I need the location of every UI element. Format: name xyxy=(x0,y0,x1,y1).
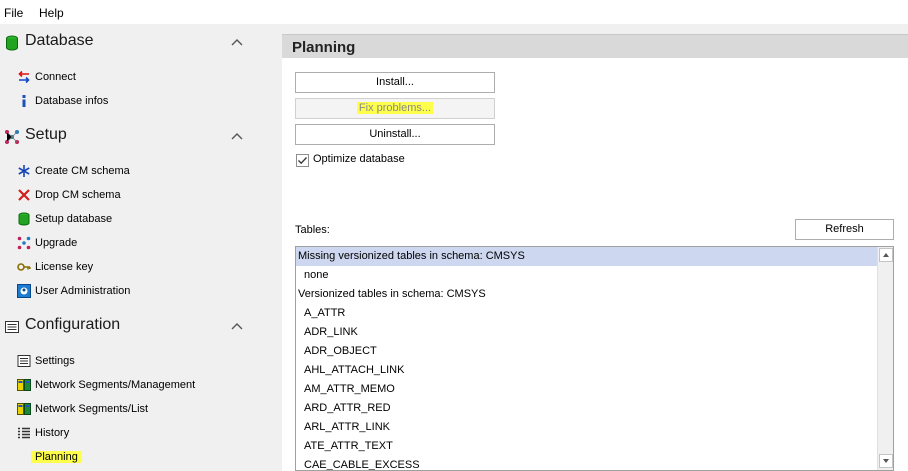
optimize-database-label: Optimize database xyxy=(313,153,405,165)
sidebar-item-create-cm-schema[interactable]: Create CM schema xyxy=(0,161,268,181)
network-segments-icon xyxy=(17,403,31,415)
menu-help[interactable]: Help xyxy=(39,6,64,20)
splitter[interactable] xyxy=(274,34,280,471)
install-button-label: Install... xyxy=(376,76,414,88)
settings-list-icon xyxy=(17,355,31,367)
list-item[interactable]: ARL_ATTR_LINK xyxy=(296,418,878,437)
section-configuration-title: Configuration xyxy=(25,316,121,333)
connect-arrows-icon xyxy=(18,70,30,84)
uninstall-button[interactable]: Uninstall... xyxy=(295,124,495,145)
sidebar-item-user-administration[interactable]: User Administration xyxy=(0,281,268,301)
menu-bar: File Help xyxy=(0,0,908,24)
list-item[interactable]: A_ATTR xyxy=(296,304,878,323)
upgrade-network-icon xyxy=(17,236,31,250)
list-item[interactable]: none xyxy=(296,266,878,285)
refresh-button-label: Refresh xyxy=(825,223,864,235)
sidebar-item-network-segments-management[interactable]: Network Segments/Management xyxy=(0,375,268,395)
sidebar-item-history[interactable]: History xyxy=(0,423,268,443)
list-item[interactable]: AM_ATTR_MEMO xyxy=(296,380,878,399)
list-item[interactable]: ADR_LINK xyxy=(296,323,878,342)
sidebar-item-setup-database[interactable]: Setup database xyxy=(0,209,268,229)
tables-label: Tables: xyxy=(295,224,330,236)
arrow-up-icon xyxy=(883,253,889,257)
sidebar-item-label: User Administration xyxy=(35,285,131,297)
network-segments-icon xyxy=(17,379,31,391)
sidebar-item-upgrade[interactable]: Upgrade xyxy=(0,233,268,253)
sidebar-item-label: Network Segments/Management xyxy=(35,379,196,391)
red-x-icon xyxy=(18,189,30,201)
fix-problems-button[interactable]: Fix problems... xyxy=(295,98,495,119)
sidebar-item-label: History xyxy=(35,427,70,439)
section-configuration-header[interactable]: Configuration xyxy=(0,312,268,342)
tables-list[interactable]: Missing versionized tables in schema: CM… xyxy=(295,246,894,471)
chevron-up-icon[interactable] xyxy=(231,131,243,141)
user-admin-icon xyxy=(17,284,31,298)
list-group-header[interactable]: Missing versionized tables in schema: CM… xyxy=(296,247,878,266)
sidebar-item-license-key[interactable]: License key xyxy=(0,257,268,277)
refresh-button[interactable]: Refresh xyxy=(795,219,894,240)
database-icon xyxy=(6,35,18,51)
info-icon xyxy=(22,95,26,107)
key-icon xyxy=(17,263,31,271)
sidebar-item-label: Setup database xyxy=(35,213,113,225)
sidebar-item-label: Settings xyxy=(35,355,75,367)
snowflake-icon xyxy=(18,165,30,177)
configuration-list-icon xyxy=(5,321,19,333)
checkmark-icon xyxy=(298,157,307,165)
setup-network-icon xyxy=(5,130,19,144)
list-item[interactable]: ATE_ATTR_TEXT xyxy=(296,437,878,456)
sidebar-item-database-infos[interactable]: Database infos xyxy=(0,91,268,111)
list-group-header[interactable]: Versionized tables in schema: CMSYS xyxy=(296,285,878,304)
sidebar-item-label: License key xyxy=(35,261,94,273)
sidebar-item-label: Connect xyxy=(35,71,76,83)
sidebar-item-label: Upgrade xyxy=(35,237,78,249)
chevron-up-icon[interactable] xyxy=(231,37,243,47)
scroll-down-button[interactable] xyxy=(879,454,893,468)
list-item[interactable]: ADR_OBJECT xyxy=(296,342,878,361)
sidebar-item-label: Database infos xyxy=(35,95,109,107)
tables-list-scrollbar[interactable] xyxy=(877,247,893,470)
section-database-header[interactable]: Database xyxy=(0,28,268,58)
planning-panel: Planning Install... Fix problems... Unin… xyxy=(282,34,908,471)
sidebar-item-connect[interactable]: Connect xyxy=(0,67,268,87)
sidebar-item-label: Network Segments/List xyxy=(35,403,149,415)
scroll-up-button[interactable] xyxy=(879,248,893,262)
sidebar-item-network-segments-list[interactable]: Network Segments/List xyxy=(0,399,268,419)
sidebar: Database Connect Database infos Setup Cr… xyxy=(0,24,268,471)
sidebar-item-planning[interactable]: Planning xyxy=(0,447,268,467)
panel-header: Planning xyxy=(282,34,908,58)
section-setup-title: Setup xyxy=(25,126,67,143)
fix-problems-button-label: Fix problems... xyxy=(356,102,434,114)
sidebar-item-label: Planning xyxy=(31,451,82,463)
sidebar-item-settings[interactable]: Settings xyxy=(0,351,268,371)
optimize-database-checkbox[interactable] xyxy=(296,154,309,167)
install-button[interactable]: Install... xyxy=(295,72,495,93)
history-list-icon xyxy=(18,427,30,439)
sidebar-item-label: Drop CM schema xyxy=(35,189,121,201)
list-item[interactable]: CAE_CABLE_EXCESS xyxy=(296,456,878,470)
chevron-up-icon[interactable] xyxy=(231,321,243,331)
page-title: Planning xyxy=(292,39,356,56)
list-item[interactable]: AHL_ATTACH_LINK xyxy=(296,361,878,380)
section-setup-header[interactable]: Setup xyxy=(0,122,268,152)
menu-file[interactable]: File xyxy=(4,6,23,20)
sidebar-item-drop-cm-schema[interactable]: Drop CM schema xyxy=(0,185,268,205)
database-icon xyxy=(18,212,30,226)
uninstall-button-label: Uninstall... xyxy=(369,128,421,140)
sidebar-item-label: Create CM schema xyxy=(35,165,130,177)
section-database-title: Database xyxy=(25,32,94,49)
arrow-down-icon xyxy=(883,459,889,463)
list-item[interactable]: ARD_ATTR_RED xyxy=(296,399,878,418)
